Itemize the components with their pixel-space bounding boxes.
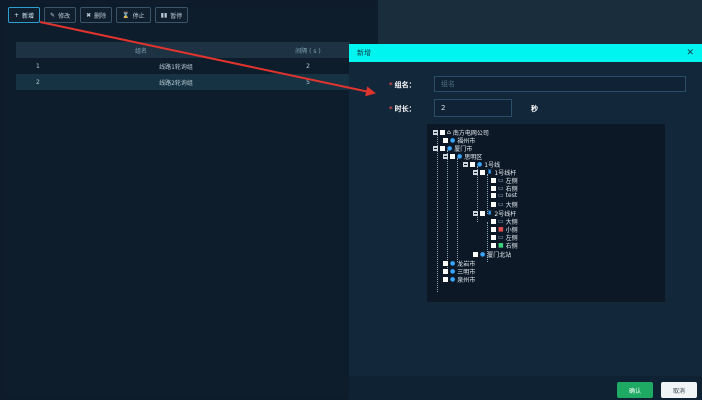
annotation-arrow (39, 21, 376, 97)
arrow-line (39, 21, 376, 97)
